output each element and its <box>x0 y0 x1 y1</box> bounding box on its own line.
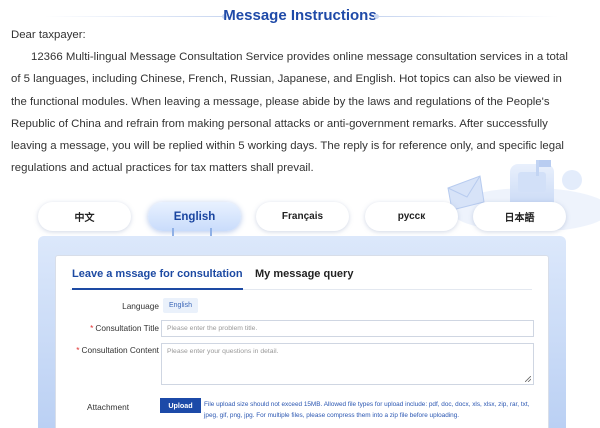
tab-russian[interactable]: русск <box>365 202 458 231</box>
consultation-content-label: * Consultation Content <box>56 345 159 355</box>
active-tab-connector-right <box>210 228 212 236</box>
required-mark: * <box>76 345 80 355</box>
consultation-title-input[interactable]: Please enter the problem title. <box>161 320 534 337</box>
language-tabs: 中文 English Français русск 日本語 <box>0 202 600 232</box>
content-placeholder: Please enter your questions in detail. <box>167 348 279 355</box>
header-divider-right <box>378 16 558 17</box>
consultation-title-label-text: Consultation Title <box>95 323 159 333</box>
tab-chinese[interactable]: 中文 <box>38 202 131 231</box>
tab-my-message-query[interactable]: My message query <box>255 266 353 290</box>
active-tab-connector-left <box>172 228 174 236</box>
upload-hint: File upload size should not exceed 15MB.… <box>204 401 530 419</box>
language-value: English <box>163 298 198 313</box>
consultation-form: Leave a mssage for consultation My messa… <box>55 255 549 428</box>
form-tabs: Leave a mssage for consultation My messa… <box>70 266 532 290</box>
upload-button[interactable]: Upload <box>160 398 201 413</box>
header: Message Instructions <box>0 0 600 26</box>
consultation-title-label: * Consultation Title <box>56 323 159 333</box>
required-mark: * <box>90 323 94 333</box>
tab-japanese[interactable]: 日本語 <box>473 202 566 231</box>
tab-english[interactable]: English <box>148 202 241 231</box>
consultation-content-textarea[interactable]: Please enter your questions in detail. <box>161 343 534 385</box>
consultation-content-label-text: Consultation Content <box>81 345 160 355</box>
tab-french[interactable]: Français <box>256 202 349 231</box>
language-label: Language <box>122 301 159 311</box>
resize-handle-icon[interactable] <box>525 376 531 382</box>
attachment-label: Attachment <box>87 402 129 412</box>
greeting: Dear taxpayer: <box>11 29 86 41</box>
tab-leave-message[interactable]: Leave a mssage for consultation <box>72 266 243 290</box>
